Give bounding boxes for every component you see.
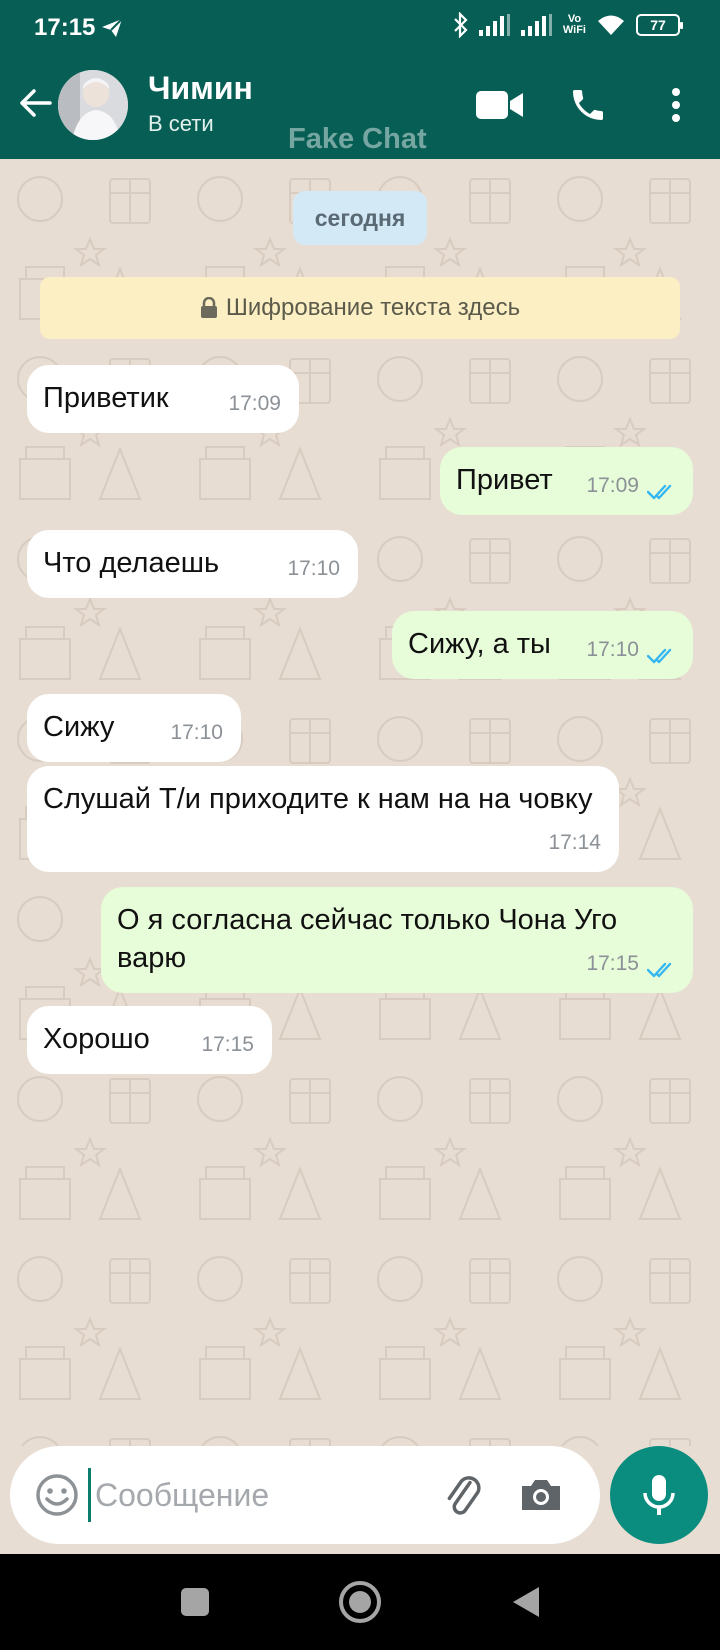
message-incoming[interactable]: Что делаешь 17:10 bbox=[27, 530, 358, 598]
status-icons: Vo WiFi 77 bbox=[453, 12, 683, 38]
mic-icon bbox=[643, 1475, 675, 1515]
encryption-text: Шифрование текста здесь bbox=[225, 294, 521, 321]
voice-message-button[interactable] bbox=[610, 1446, 708, 1544]
wifi-calling-label: WiFi bbox=[562, 24, 586, 36]
message-time: 17:09 bbox=[228, 392, 281, 415]
message-outgoing[interactable]: Привет 17:09 bbox=[440, 447, 693, 515]
message-outgoing[interactable]: Сижу, а ты 17:10 bbox=[392, 611, 693, 679]
back-arrow-icon[interactable] bbox=[14, 81, 58, 125]
message-incoming[interactable]: Слушай Т/и приходите к нам на на човку 1… bbox=[27, 766, 619, 872]
chat-area[interactable]: сегодня Шифрование текста здесь Приветик… bbox=[0, 159, 720, 1446]
more-options-icon bbox=[672, 88, 680, 122]
message-incoming[interactable]: Хорошо 17:15 bbox=[27, 1006, 272, 1074]
avatar[interactable] bbox=[58, 70, 128, 140]
message-text: Привет bbox=[456, 464, 553, 496]
message-input[interactable] bbox=[88, 1468, 428, 1522]
contact-status: В сети bbox=[148, 111, 214, 136]
battery-level: 77 bbox=[650, 17, 666, 33]
camera-icon[interactable] bbox=[516, 1470, 566, 1520]
attach-icon[interactable] bbox=[438, 1470, 488, 1520]
signal-icon bbox=[478, 14, 510, 36]
home-icon bbox=[339, 1581, 381, 1623]
phone-icon bbox=[573, 90, 603, 120]
message-composer bbox=[10, 1446, 600, 1544]
read-ticks-icon bbox=[647, 484, 672, 500]
battery-icon: 77 bbox=[636, 14, 683, 36]
emoji-icon[interactable] bbox=[32, 1470, 82, 1520]
recent-apps-button[interactable] bbox=[173, 1580, 217, 1624]
chat-header: Чимин В сети Fake Chat bbox=[0, 55, 720, 159]
message-time: 17:10 bbox=[287, 557, 340, 580]
contact-name[interactable]: Чимин bbox=[148, 70, 253, 107]
message-text: Слушай Т/и приходите к нам на на човку bbox=[43, 783, 593, 815]
encryption-notice[interactable]: Шифрование текста здесь bbox=[40, 277, 680, 339]
nav-back-button[interactable] bbox=[505, 1580, 549, 1624]
bluetooth-icon bbox=[454, 12, 468, 38]
system-nav-bar bbox=[0, 1554, 720, 1650]
status-time: 17:15 bbox=[34, 14, 96, 41]
more-options-button[interactable] bbox=[648, 77, 704, 133]
send-icon bbox=[102, 18, 123, 37]
message-incoming[interactable]: Приветик 17:09 bbox=[27, 365, 299, 433]
nav-back-icon bbox=[513, 1587, 539, 1617]
home-button[interactable] bbox=[338, 1580, 382, 1624]
message-time: 17:10 bbox=[170, 721, 223, 744]
watermark: Fake Chat bbox=[288, 123, 427, 155]
message-time: 17:15 bbox=[201, 1033, 254, 1056]
recent-apps-icon bbox=[181, 1588, 209, 1616]
message-time: 17:14 bbox=[548, 831, 601, 854]
read-ticks-icon bbox=[647, 962, 672, 978]
message-outgoing[interactable]: О я согласна сейчас только Чона Уго варю… bbox=[101, 887, 693, 993]
status-bar: 17:15 Vo WiFi 77 bbox=[0, 0, 720, 55]
message-time: 17:10 bbox=[586, 638, 639, 661]
date-chip: сегодня bbox=[293, 191, 427, 245]
wifi-icon bbox=[598, 15, 624, 35]
volte-indicator: Vo WiFi bbox=[563, 14, 586, 36]
lock-icon bbox=[200, 297, 217, 318]
signal-icon bbox=[520, 14, 552, 36]
message-time: 17:15 bbox=[586, 952, 639, 975]
read-ticks-icon bbox=[647, 648, 672, 664]
message-incoming[interactable]: Сижу 17:10 bbox=[27, 694, 241, 762]
video-call-button[interactable] bbox=[472, 77, 528, 133]
avatar-image bbox=[58, 70, 128, 140]
voice-call-button[interactable] bbox=[560, 77, 616, 133]
message-time: 17:09 bbox=[586, 474, 639, 497]
video-call-icon bbox=[476, 91, 523, 119]
